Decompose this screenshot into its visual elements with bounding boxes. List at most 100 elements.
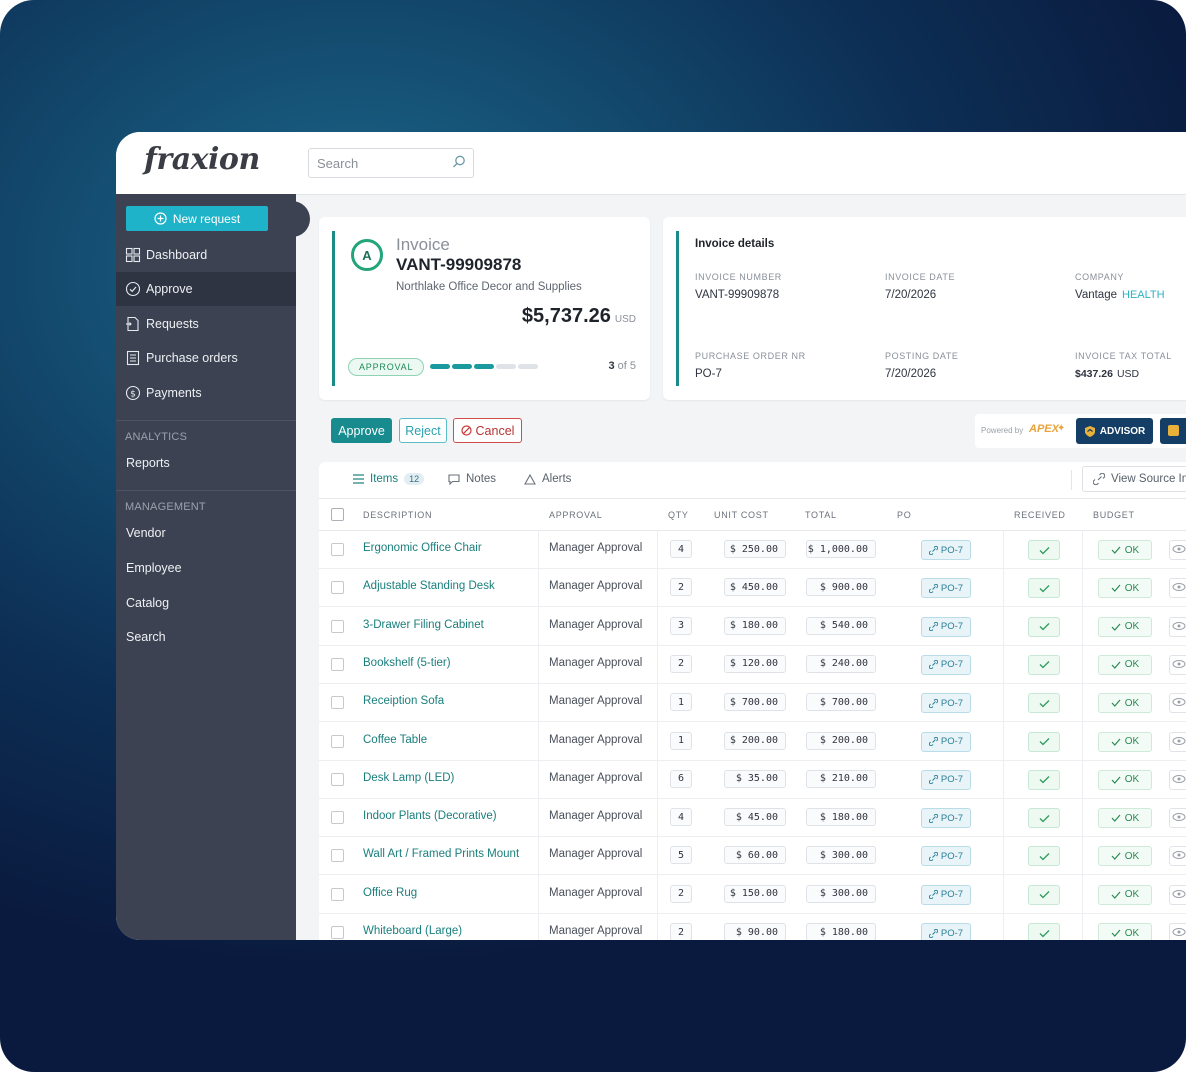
view-item-button[interactable] xyxy=(1169,808,1186,829)
item-unit-cost[interactable]: $ 250.00 xyxy=(724,540,786,558)
item-unit-cost[interactable]: $ 60.00 xyxy=(724,846,786,865)
table-row[interactable]: Coffee Table Manager Approval 1 $ 200.00 $ 2… xyxy=(319,721,1186,761)
item-description[interactable]: Office Rug xyxy=(363,887,417,899)
item-unit-cost[interactable]: $ 450.00 xyxy=(724,578,786,597)
sidebar-item-reports[interactable]: Reports xyxy=(126,456,170,470)
item-qty[interactable]: 1 xyxy=(670,693,692,712)
item-description[interactable]: Receiption Sofa xyxy=(363,695,444,707)
view-item-button[interactable] xyxy=(1169,693,1186,714)
item-description[interactable]: Coffee Table xyxy=(363,734,427,746)
item-description[interactable]: Wall Art / Framed Prints Mount xyxy=(363,848,519,860)
item-description[interactable]: Adjustable Standing Desk xyxy=(363,580,495,592)
sidebar-item-vendor[interactable]: Vendor xyxy=(126,526,166,540)
view-item-button[interactable] xyxy=(1169,616,1186,637)
sidebar-item-purchase-orders[interactable]: Purchase orders xyxy=(116,341,296,375)
item-description[interactable]: Desk Lamp (LED) xyxy=(363,772,454,784)
sidebar-item-dashboard[interactable]: Dashboard xyxy=(116,238,296,272)
received-toggle[interactable] xyxy=(1028,808,1060,829)
row-checkbox[interactable] xyxy=(331,926,344,939)
table-row[interactable]: Wall Art / Framed Prints Mount Manager Ap… xyxy=(319,836,1186,876)
table-row[interactable]: Adjustable Standing Desk Manager Approval… xyxy=(319,568,1186,608)
received-toggle[interactable] xyxy=(1028,923,1060,940)
view-item-button[interactable] xyxy=(1169,846,1186,867)
sidebar-item-requests[interactable]: Requests xyxy=(116,307,296,341)
tab-alerts[interactable]: Alerts xyxy=(524,473,571,485)
received-toggle[interactable] xyxy=(1028,731,1060,752)
tab-items[interactable]: Items 12 xyxy=(353,473,425,485)
view-item-button[interactable] xyxy=(1169,923,1186,940)
item-description[interactable]: Whiteboard (Large) xyxy=(363,925,462,937)
row-checkbox[interactable] xyxy=(331,772,344,786)
item-unit-cost[interactable]: $ 200.00 xyxy=(724,731,786,750)
received-toggle[interactable] xyxy=(1028,578,1060,599)
row-checkbox[interactable] xyxy=(331,543,344,556)
item-description[interactable]: Ergonomic Office Chair xyxy=(363,542,482,554)
po-link[interactable]: PO-7 xyxy=(921,654,971,675)
po-link[interactable]: PO-7 xyxy=(921,884,971,905)
view-item-button[interactable] xyxy=(1169,578,1186,599)
po-link[interactable]: PO-7 xyxy=(921,846,971,867)
received-toggle[interactable] xyxy=(1028,540,1060,560)
search-box[interactable]: Search xyxy=(308,148,474,178)
row-checkbox[interactable] xyxy=(331,657,344,671)
table-row[interactable]: Receiption Sofa Manager Approval 1 $ 700.00… xyxy=(319,683,1186,723)
sidebar-item-approve[interactable]: Approve xyxy=(116,272,296,306)
search-icon[interactable] xyxy=(451,154,467,170)
item-description[interactable]: 3-Drawer Filing Cabinet xyxy=(363,619,484,631)
row-checkbox[interactable] xyxy=(331,696,344,710)
received-toggle[interactable] xyxy=(1028,616,1060,637)
po-link[interactable]: PO-7 xyxy=(921,540,971,560)
item-unit-cost[interactable]: $ 45.00 xyxy=(724,808,786,827)
item-qty[interactable]: 2 xyxy=(670,884,692,903)
received-toggle[interactable] xyxy=(1028,846,1060,867)
row-checkbox[interactable] xyxy=(331,849,344,863)
tab-notes[interactable]: Notes xyxy=(448,473,496,485)
table-row[interactable]: Ergonomic Office Chair Manager Approval 4 $… xyxy=(319,530,1186,569)
view-item-button[interactable] xyxy=(1169,884,1186,905)
po-link[interactable]: PO-7 xyxy=(921,923,971,940)
row-checkbox[interactable] xyxy=(331,619,344,633)
row-checkbox[interactable] xyxy=(331,581,344,595)
row-checkbox[interactable] xyxy=(331,811,344,825)
received-toggle[interactable] xyxy=(1028,884,1060,905)
select-all-checkbox[interactable] xyxy=(331,508,344,521)
sidebar-item-employee[interactable]: Employee xyxy=(126,561,182,575)
item-unit-cost[interactable]: $ 700.00 xyxy=(724,693,786,712)
advisor-button[interactable]: ADVISOR xyxy=(1076,418,1153,444)
po-link[interactable]: PO-7 xyxy=(921,769,971,790)
item-qty[interactable]: 4 xyxy=(670,540,692,558)
view-item-button[interactable] xyxy=(1169,654,1186,675)
item-qty[interactable]: 3 xyxy=(670,616,692,635)
item-qty[interactable]: 1 xyxy=(670,731,692,750)
received-toggle[interactable] xyxy=(1028,693,1060,714)
po-link[interactable]: PO-7 xyxy=(921,693,971,714)
view-item-button[interactable] xyxy=(1169,540,1186,560)
secondary-advisor-button[interactable] xyxy=(1160,418,1186,444)
view-item-button[interactable] xyxy=(1169,769,1186,790)
sidebar-item-search[interactable]: Search xyxy=(126,630,166,644)
new-request-button[interactable]: New request xyxy=(126,206,268,231)
view-source-button[interactable]: View Source In xyxy=(1082,466,1186,492)
table-row[interactable]: Desk Lamp (LED) Manager Approval 6 $ 35.00 $… xyxy=(319,759,1186,799)
item-unit-cost[interactable]: $ 90.00 xyxy=(724,923,786,940)
item-qty[interactable]: 2 xyxy=(670,923,692,940)
table-row[interactable]: Bookshelf (5-tier) Manager Approval 2 $ 120… xyxy=(319,644,1186,684)
po-link[interactable]: PO-7 xyxy=(921,616,971,637)
approve-button[interactable]: Approve xyxy=(331,418,392,443)
table-row[interactable]: 3-Drawer Filing Cabinet Manager Approval 3… xyxy=(319,606,1186,646)
row-checkbox[interactable] xyxy=(331,734,344,748)
item-qty[interactable]: 2 xyxy=(670,578,692,597)
view-item-button[interactable] xyxy=(1169,731,1186,752)
item-unit-cost[interactable]: $ 150.00 xyxy=(724,884,786,903)
item-unit-cost[interactable]: $ 120.00 xyxy=(724,654,786,673)
item-description[interactable]: Bookshelf (5-tier) xyxy=(363,657,451,669)
item-unit-cost[interactable]: $ 180.00 xyxy=(724,616,786,635)
sidebar-collapse-handle[interactable] xyxy=(282,201,310,237)
item-description[interactable]: Indoor Plants (Decorative) xyxy=(363,810,497,822)
received-toggle[interactable] xyxy=(1028,654,1060,675)
sidebar-item-catalog[interactable]: Catalog xyxy=(126,596,169,610)
table-row[interactable]: Office Rug Manager Approval 2 $ 150.00 $ 300… xyxy=(319,874,1186,914)
sidebar-item-payments[interactable]: $ Payments xyxy=(116,376,296,410)
po-link[interactable]: PO-7 xyxy=(921,808,971,829)
received-toggle[interactable] xyxy=(1028,769,1060,790)
